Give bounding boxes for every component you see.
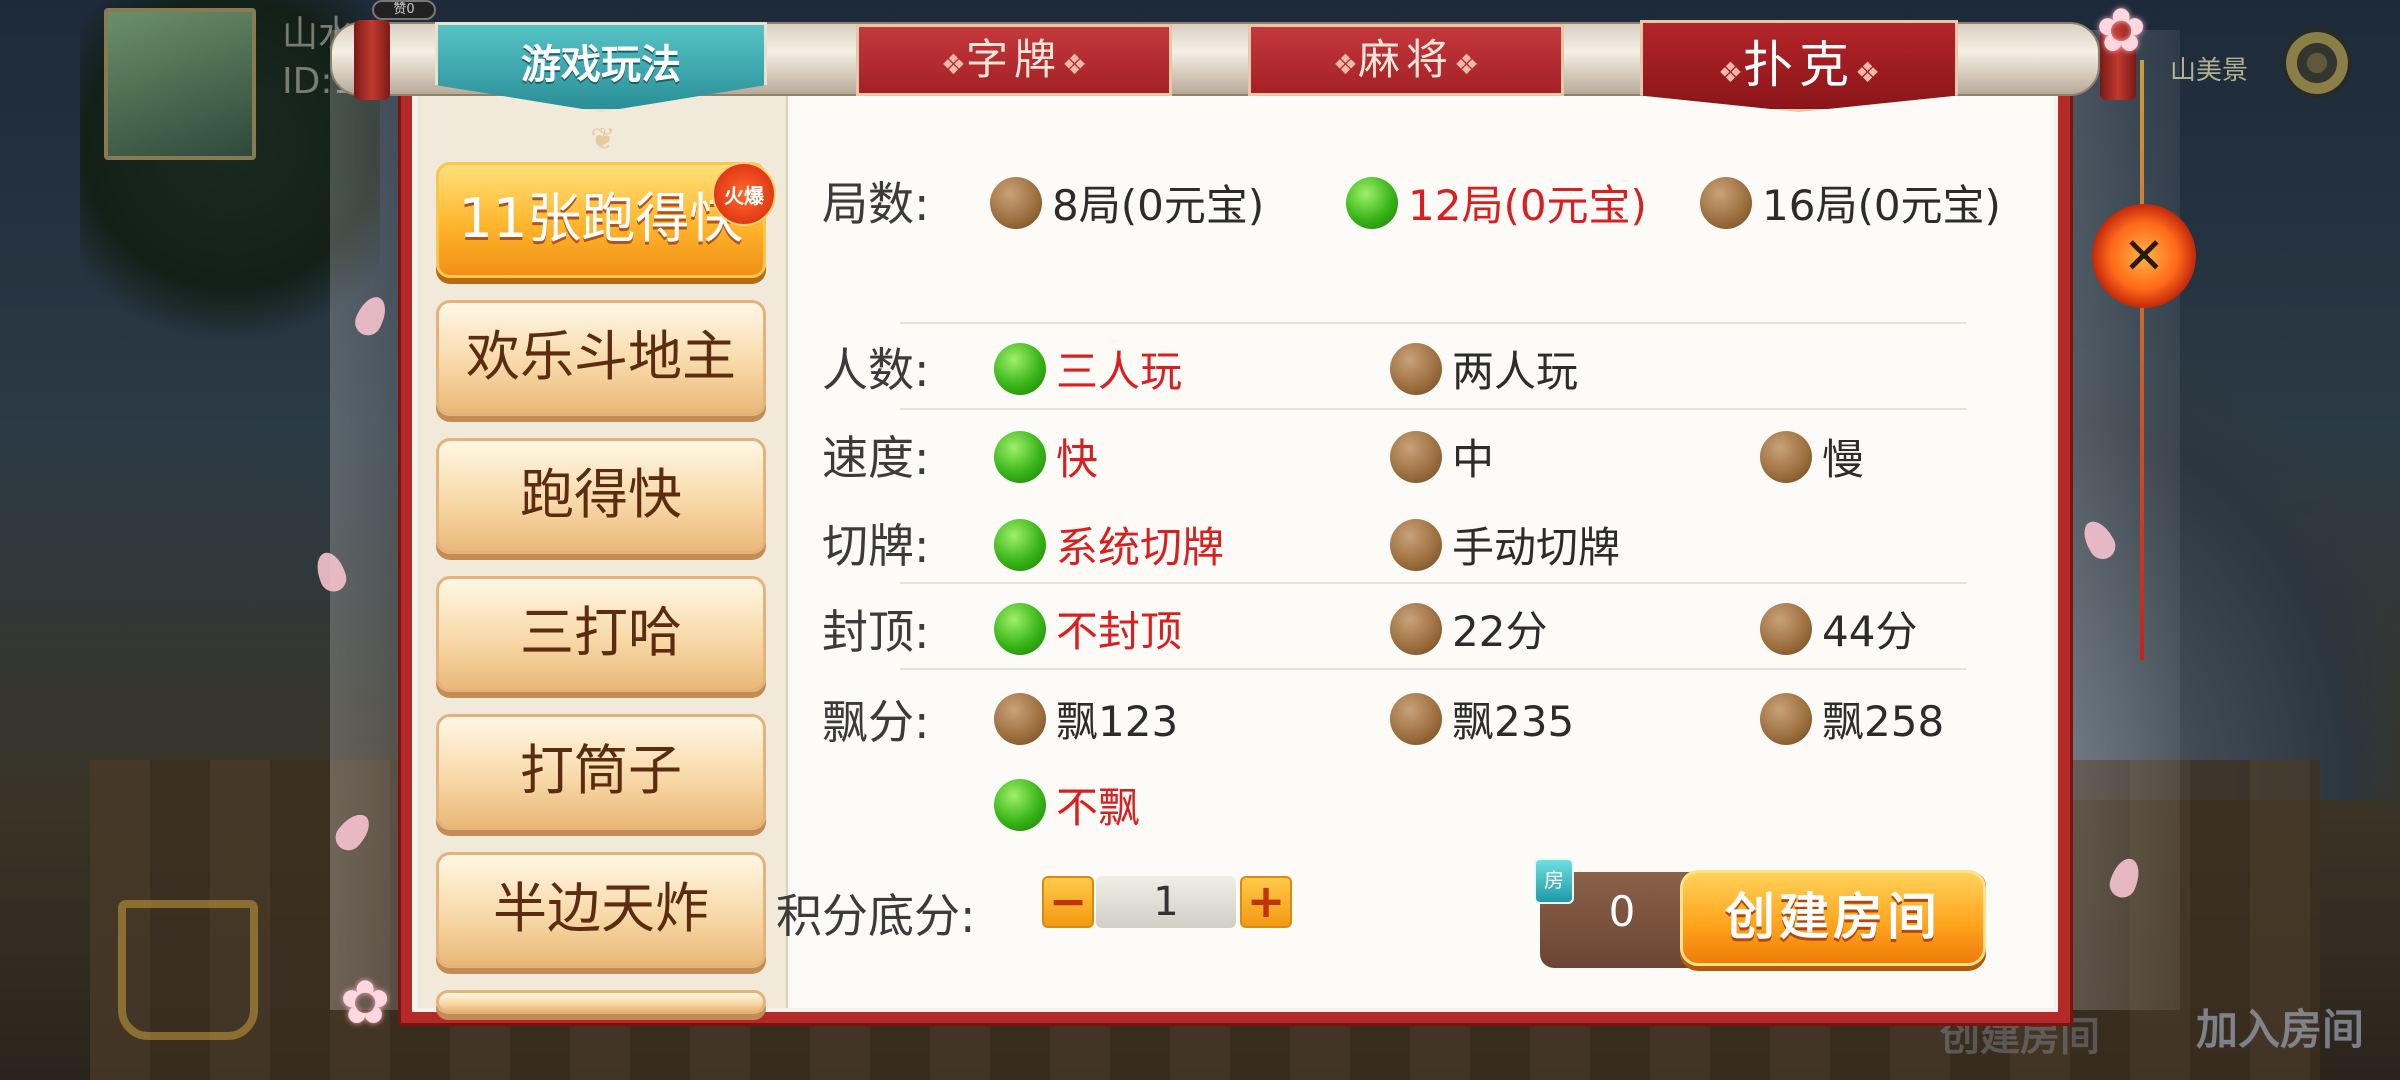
float-option-235[interactable]: 飘235	[1390, 688, 1574, 749]
players-label: 人数:	[822, 343, 930, 397]
cap-option-none[interactable]: 不封顶	[994, 598, 1182, 659]
radio-icon	[1390, 692, 1442, 745]
tab-majiang-label: 麻将	[1357, 35, 1454, 84]
radio-icon	[990, 176, 1042, 229]
increase-button[interactable]: +	[1240, 876, 1292, 928]
base-score-value: 1	[1096, 876, 1236, 928]
room-card-icon: 房	[1534, 858, 1574, 904]
create-room-button[interactable]: 创建房间	[1680, 870, 1986, 966]
option-label: 16局(0元宝)	[1762, 181, 2001, 230]
radio-icon	[1760, 430, 1812, 483]
divider	[900, 322, 1966, 324]
option-label: 不封顶	[1056, 607, 1183, 656]
room-cost-value: 0	[1608, 887, 1636, 936]
shuffle-option-manual[interactable]: 手动切牌	[1390, 514, 1620, 575]
bow-ornament: ❦	[590, 122, 616, 157]
radio-icon	[1760, 602, 1812, 655]
tab-zipai-label: 字牌	[965, 35, 1062, 84]
option-label: 慢	[1822, 435, 1865, 484]
option-label: 12局(0元宝)	[1408, 181, 1647, 230]
radio-selected-icon	[994, 430, 1046, 483]
divider	[900, 668, 1966, 670]
join-room-button[interactable]: 加入房间	[2196, 996, 2364, 1057]
divider	[900, 408, 1966, 410]
radio-icon	[994, 692, 1046, 745]
cap-option-44[interactable]: 44分	[1760, 598, 1917, 659]
option-label: 不飘	[1056, 783, 1141, 832]
option-label: 系统切牌	[1056, 523, 1225, 572]
radio-icon	[1700, 176, 1752, 229]
rod-end-left	[354, 20, 390, 100]
sidebar-item-pdk[interactable]: 跑得快	[436, 438, 766, 554]
decrease-button[interactable]: −	[1042, 876, 1094, 928]
radio-selected-icon	[994, 778, 1046, 831]
cap-label: 封顶:	[822, 605, 930, 659]
player-avatar[interactable]	[104, 8, 256, 160]
radio-selected-icon	[1346, 176, 1398, 229]
top-right-label: 山美景	[2170, 56, 2249, 86]
float-option-none[interactable]: 不飘	[994, 774, 1140, 835]
rounds-option-8[interactable]: 8局(0元宝)	[990, 172, 1264, 233]
game-lobby-background: 赞0 山水 ID:10 山美景 创建房间 加入房间 游戏玩法 ❖字牌❖ ❖麻将❖…	[0, 0, 2400, 1080]
sidebar-item-partial	[436, 990, 766, 1014]
hot-badge: 火爆	[712, 162, 776, 226]
shuffle-option-system[interactable]: 系统切牌	[994, 514, 1224, 575]
shop-cart-icon	[118, 900, 258, 1040]
cap-option-22[interactable]: 22分	[1390, 598, 1547, 659]
base-score-label: 积分底分:	[776, 889, 976, 943]
float-label: 飘分:	[822, 695, 930, 749]
tab-zipai[interactable]: ❖字牌❖	[856, 24, 1172, 96]
radio-icon	[1760, 692, 1812, 745]
option-label: 快	[1056, 435, 1099, 484]
tab-poker[interactable]: ❖扑克❖	[1640, 20, 1958, 112]
likes-badge: 赞0	[372, 0, 436, 20]
radio-icon	[1390, 518, 1442, 571]
sidebar-item-banbiantianzha[interactable]: 半边天炸	[436, 852, 766, 968]
option-label: 22分	[1452, 607, 1548, 656]
tab-majiang[interactable]: ❖麻将❖	[1248, 24, 1564, 96]
radio-selected-icon	[994, 518, 1046, 571]
option-label: 飘235	[1452, 697, 1575, 746]
speed-option-medium[interactable]: 中	[1390, 426, 1494, 487]
radio-icon	[1390, 430, 1442, 483]
option-label: 8局(0元宝)	[1052, 181, 1265, 230]
flower-icon: ✿	[2096, 0, 2147, 66]
tab-poker-label: 扑克	[1743, 36, 1855, 94]
rounds-label: 局数:	[822, 177, 930, 231]
speed-option-slow[interactable]: 慢	[1760, 426, 1864, 487]
sidebar-item-datongzi[interactable]: 打筒子	[436, 714, 766, 830]
rounds-option-16[interactable]: 16局(0元宝)	[1700, 172, 2001, 233]
rounds-option-12[interactable]: 12局(0元宝)	[1346, 172, 1647, 233]
option-label: 三人玩	[1056, 347, 1183, 396]
radio-selected-icon	[994, 342, 1046, 395]
shuffle-label: 切牌:	[822, 519, 930, 573]
divider	[900, 582, 1966, 584]
float-option-258[interactable]: 飘258	[1760, 688, 1944, 749]
float-option-123[interactable]: 飘123	[994, 688, 1178, 749]
speed-option-fast[interactable]: 快	[994, 426, 1098, 487]
option-label: 手动切牌	[1452, 523, 1621, 572]
players-option-3[interactable]: 三人玩	[994, 338, 1182, 399]
close-icon[interactable]: ✕	[2092, 204, 2196, 308]
option-label: 中	[1452, 435, 1495, 484]
option-label: 两人玩	[1452, 347, 1579, 396]
option-label: 飘123	[1056, 697, 1179, 746]
sidebar-item-sandaha[interactable]: 三打哈	[436, 576, 766, 692]
option-label: 44分	[1822, 607, 1918, 656]
speed-label: 速度:	[822, 431, 930, 485]
hanging-string	[2140, 60, 2144, 660]
radio-selected-icon	[994, 602, 1046, 655]
players-option-2[interactable]: 两人玩	[1390, 338, 1578, 399]
option-label: 飘258	[1822, 697, 1945, 746]
radio-icon	[1390, 602, 1442, 655]
gear-icon[interactable]	[2282, 28, 2352, 98]
radio-icon	[1390, 342, 1442, 395]
sidebar-item-doudizhu[interactable]: 欢乐斗地主	[436, 300, 766, 416]
flower-icon: ✿	[340, 968, 391, 1038]
